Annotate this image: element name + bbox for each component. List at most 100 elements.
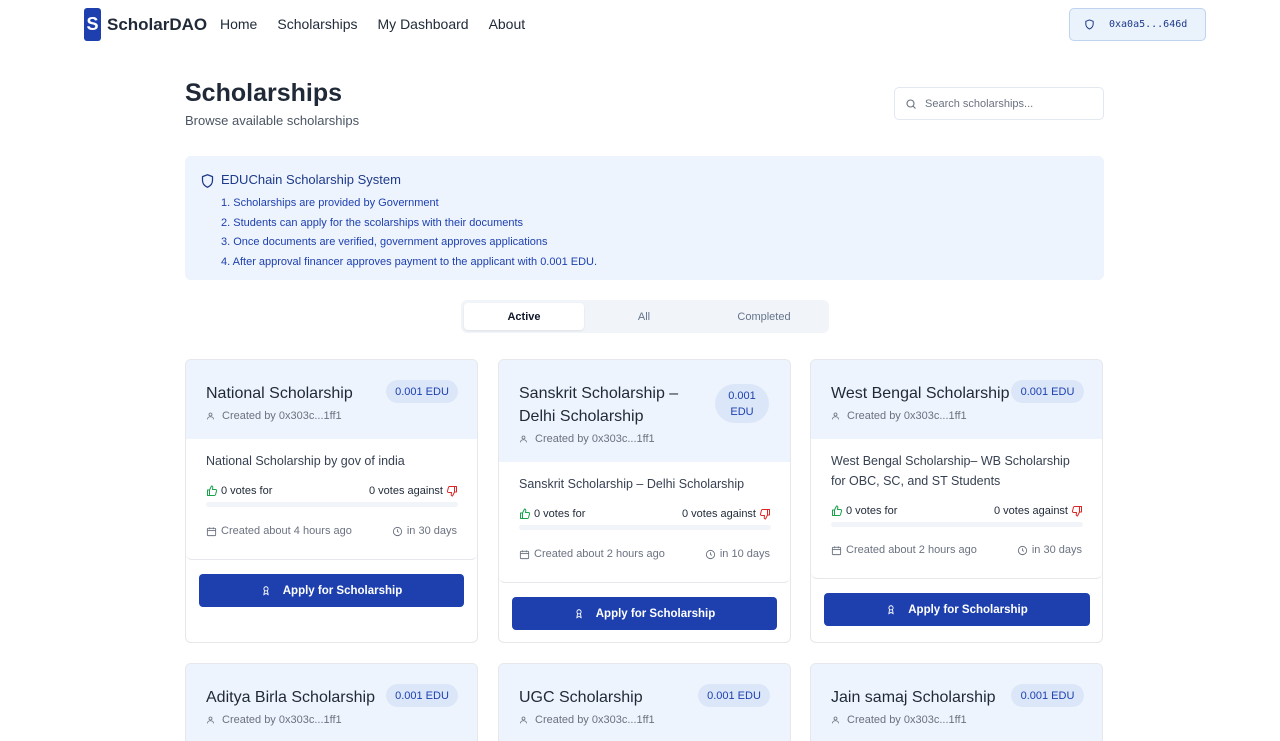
card-title: Jain samaj Scholarship	[831, 689, 996, 706]
card-description: West Bengal Scholarship– WB Scholarship …	[831, 454, 1070, 488]
user-icon	[831, 411, 840, 421]
card-creator: Created by 0x303c...1ff1	[519, 714, 655, 726]
scholarship-card: Jain samaj Scholarship 0.001 EDU Created…	[810, 663, 1103, 741]
search-icon	[905, 98, 917, 110]
scholarship-card: National Scholarship 0.001 EDU Created b…	[185, 359, 478, 643]
card-body: West Bengal Scholarship– WB Scholarship …	[811, 439, 1102, 579]
thumbs-down-icon	[759, 508, 771, 520]
amount-badge: 0.001 EDU	[698, 684, 770, 707]
created-time: Created about 2 hours ago	[831, 544, 977, 556]
info-title: EDUChain Scholarship System	[221, 172, 401, 187]
search-box[interactable]	[894, 87, 1104, 120]
deadline: in 10 days	[705, 548, 770, 560]
thumbs-down-icon	[1071, 505, 1083, 517]
amount-badge: 0.001 EDU	[1011, 684, 1084, 707]
shield-icon	[1084, 18, 1095, 31]
thumbs-up-icon	[519, 508, 531, 520]
card-header: Sanskrit Scholarship – Delhi Scholarship…	[499, 360, 790, 462]
shield-icon	[200, 173, 215, 189]
nav-link-scholarships[interactable]: Scholarships	[277, 16, 357, 32]
amount-badge: 0.001 EDU	[715, 384, 769, 423]
status-tabs: Active All Completed	[461, 300, 829, 333]
amount-badge: 0.001 EDU	[386, 684, 458, 707]
brand-logo[interactable]: S ScholarDAO	[84, 8, 207, 41]
thumbs-down-icon	[446, 485, 458, 497]
card-body: Sanskrit Scholarship – Delhi Scholarship…	[499, 462, 790, 583]
user-icon	[206, 715, 215, 725]
scholarship-card: UGC Scholarship 0.001 EDU Created by 0x3…	[498, 663, 791, 741]
info-step: 1. Scholarships are provided by Governme…	[221, 197, 439, 209]
tab-all[interactable]: All	[584, 303, 704, 330]
card-header: National Scholarship 0.001 EDU Created b…	[186, 360, 477, 439]
nav-link-dashboard[interactable]: My Dashboard	[378, 16, 469, 32]
nav-links: Home Scholarships My Dashboard About	[220, 16, 525, 32]
deadline: in 30 days	[1017, 544, 1082, 556]
top-nav: S ScholarDAO Home Scholarships My Dashbo…	[0, 0, 1280, 50]
card-creator: Created by 0x303c...1ff1	[206, 714, 342, 726]
deadline: in 30 days	[392, 525, 457, 537]
apply-button[interactable]: Apply for Scholarship	[824, 593, 1090, 626]
nav-link-home[interactable]: Home	[220, 16, 257, 32]
calendar-icon	[831, 545, 842, 556]
card-body: National Scholarship by gov of india 0 v…	[186, 439, 477, 560]
search-input[interactable]	[925, 97, 1095, 110]
vote-progress-bar	[831, 522, 1083, 527]
info-steps: 1. Scholarships are provided by Governme…	[221, 194, 597, 273]
card-creator: Created by 0x303c...1ff1	[831, 410, 967, 422]
clock-icon	[1017, 545, 1028, 556]
page-title: Scholarships	[185, 79, 342, 107]
votes-for[interactable]: 0 votes for	[519, 508, 585, 520]
scholarship-card: Aditya Birla Scholarship 0.001 EDU Creat…	[185, 663, 478, 741]
logo-icon: S	[84, 8, 101, 41]
card-title: National Scholarship	[206, 385, 353, 402]
vote-progress-bar	[519, 525, 771, 530]
card-header: Aditya Birla Scholarship 0.001 EDU Creat…	[186, 664, 477, 741]
card-title: West Bengal Scholarship	[831, 385, 1010, 402]
nav-link-about[interactable]: About	[489, 16, 526, 32]
votes-against[interactable]: 0 votes against	[994, 505, 1083, 517]
votes-for[interactable]: 0 votes for	[831, 505, 897, 517]
scholarship-card: West Bengal Scholarship 0.001 EDU Create…	[810, 359, 1103, 643]
amount-badge: 0.001 EDU	[386, 380, 458, 403]
card-header: Jain samaj Scholarship 0.001 EDU Created…	[811, 664, 1102, 741]
scholarship-card: Sanskrit Scholarship – Delhi Scholarship…	[498, 359, 791, 643]
user-icon	[831, 715, 840, 725]
calendar-icon	[206, 526, 217, 537]
card-title: Aditya Birla Scholarship	[206, 689, 375, 706]
award-icon	[261, 584, 271, 597]
created-time: Created about 4 hours ago	[206, 525, 352, 537]
card-description: Sanskrit Scholarship – Delhi Scholarship	[519, 477, 745, 491]
votes-for[interactable]: 0 votes for	[206, 485, 272, 497]
card-header: UGC Scholarship 0.001 EDU Created by 0x3…	[499, 664, 790, 741]
award-icon	[886, 603, 896, 616]
apply-button[interactable]: Apply for Scholarship	[512, 597, 777, 630]
info-step: 3. Once documents are verified, governme…	[221, 236, 548, 249]
thumbs-up-icon	[206, 485, 218, 497]
card-description: National Scholarship by gov of india	[206, 454, 405, 468]
votes-against[interactable]: 0 votes against	[369, 485, 458, 497]
created-time: Created about 2 hours ago	[519, 548, 665, 560]
votes-against[interactable]: 0 votes against	[682, 508, 771, 520]
amount-badge: 0.001 EDU	[1011, 380, 1084, 403]
user-icon	[519, 434, 528, 444]
thumbs-up-icon	[831, 505, 843, 517]
info-step: 2. Students can apply for the scolarship…	[221, 216, 524, 229]
card-creator: Created by 0x303c...1ff1	[831, 714, 967, 726]
user-icon	[519, 715, 528, 725]
user-icon	[206, 411, 215, 421]
info-step: 4. After approval financer approves paym…	[221, 256, 598, 269]
card-creator: Created by 0x303c...1ff1	[206, 410, 342, 422]
card-creator: Created by 0x303c...1ff1	[519, 433, 655, 445]
page-subtitle: Browse available scholarships	[185, 113, 360, 128]
calendar-icon	[519, 549, 530, 560]
wallet-button[interactable]: 0xa0a5...646d	[1069, 8, 1206, 41]
card-title: UGC Scholarship	[519, 689, 643, 706]
apply-button[interactable]: Apply for Scholarship	[199, 574, 464, 607]
clock-icon	[392, 526, 403, 537]
tab-completed[interactable]: Completed	[704, 303, 824, 330]
clock-icon	[705, 549, 716, 560]
card-header: West Bengal Scholarship 0.001 EDU Create…	[811, 360, 1102, 439]
wallet-address: 0xa0a5...646d	[1109, 19, 1188, 30]
brand-name: ScholarDAO	[107, 14, 208, 34]
tab-active[interactable]: Active	[464, 303, 584, 330]
